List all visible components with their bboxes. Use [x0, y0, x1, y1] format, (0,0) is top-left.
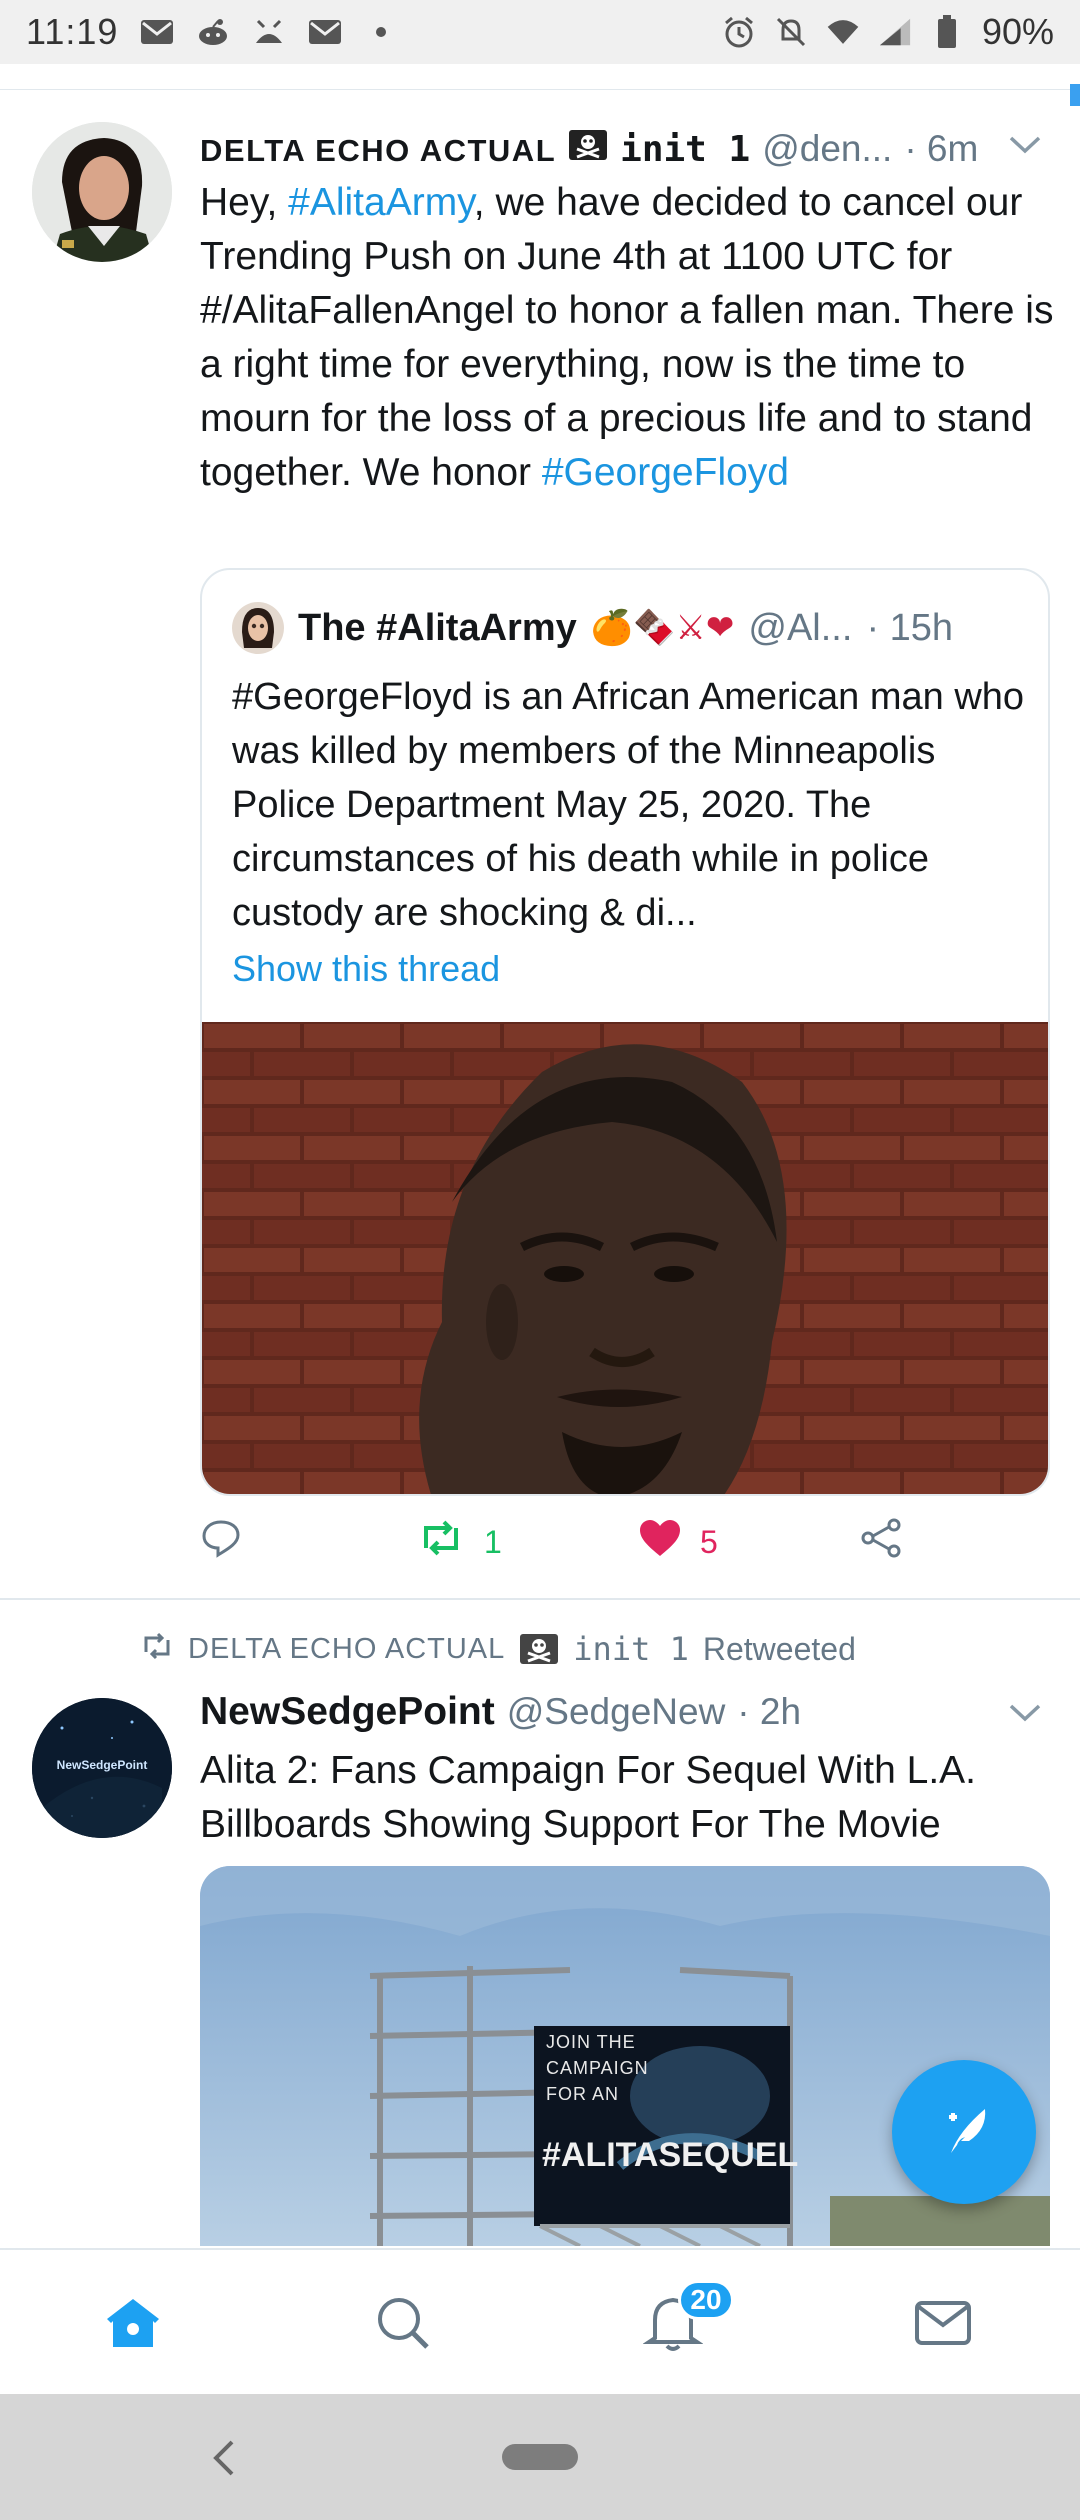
tweet-text: Hey, #AlitaArmy, we have decided to canc… [200, 176, 1060, 500]
chevron-down-icon[interactable] [1005, 1700, 1045, 1730]
alarm-icon [722, 16, 756, 48]
share-button[interactable] [860, 1518, 904, 1566]
back-icon[interactable] [206, 2436, 242, 2480]
heart-icon [638, 1518, 682, 1566]
home-pill[interactable] [502, 2444, 578, 2470]
billboard-line1: JOIN THE [546, 2032, 636, 2052]
tweet-text: Alita 2: Fans Campaign For Sequel With L… [200, 1749, 977, 1846]
quoted-photo[interactable] [202, 1022, 1048, 1494]
nav-home[interactable] [98, 2290, 168, 2360]
battery-percent: 90% [981, 11, 1054, 52]
messages-icon [913, 2299, 973, 2352]
retweeted-label: Retweeted [702, 1630, 856, 1667]
author-name[interactable]: NewSedgePoint [200, 1690, 495, 1734]
quoted-tweet[interactable]: The #AlitaArmy 🍊🍫⚔❤ @Al... · 15h #George… [200, 568, 1050, 1496]
quoted-author-emojis: 🍊🍫⚔❤ [590, 609, 735, 647]
nav-search[interactable] [368, 2290, 438, 2360]
retweet-icon [416, 1518, 466, 1566]
pirate-flag-icon [519, 1633, 559, 1665]
status-time: 11:19 [26, 11, 119, 52]
quoted-time[interactable]: · 15h [866, 607, 953, 650]
screen: 11:19 90% DELTA ECHO ACTUAL init 1 @den.… [0, 0, 1080, 2520]
quoted-author-name[interactable]: The #AlitaArmy [298, 607, 577, 650]
battery-icon [930, 15, 964, 48]
like-button[interactable]: 5 [638, 1518, 718, 1566]
compose-feather-icon [929, 2095, 999, 2170]
compose-tweet-button[interactable] [892, 2060, 1036, 2204]
system-navigation-bar [0, 2394, 1080, 2520]
show-thread-link[interactable]: Show this thread [232, 948, 500, 990]
retweeter-name[interactable]: DELTA ECHO ACTUAL [188, 1633, 505, 1666]
tweet-text-part: , we have decided to cancel our Trending… [200, 181, 1054, 494]
wifi-icon [826, 17, 860, 47]
author-name[interactable]: DELTA ECHO ACTUAL [200, 133, 556, 169]
share-icon [860, 1518, 904, 1566]
tweet[interactable]: DELTA ECHO ACTUAL init 1 @den... · 6m He… [0, 92, 1080, 1592]
mute-icon [774, 17, 808, 47]
status-bar: 11:19 90% [0, 0, 1080, 64]
quoted-tweet-header: The #AlitaArmy 🍊🍫⚔❤ @Al... · 15h [232, 602, 953, 654]
tweet-time[interactable]: · 6m [904, 128, 978, 170]
gmail-icon [140, 17, 174, 47]
quoted-handle[interactable]: @Al... [748, 607, 852, 650]
retweet-button[interactable]: 1 [416, 1518, 502, 1566]
avatar-text: NewSedgePoint [56, 1758, 148, 1772]
tweet-time[interactable]: · 2h [737, 1691, 801, 1733]
author-name-suffix: init 1 [620, 129, 751, 170]
author-handle[interactable]: @den... [762, 128, 892, 170]
nav-messages[interactable] [908, 2290, 978, 2360]
notifications-badge: 20 [678, 2280, 734, 2320]
tweet-header: NewSedgePoint @SedgeNew · 2h [200, 1690, 801, 1734]
billboard-hashtag: #ALITASEQUEL [542, 2136, 798, 2174]
gmail-icon-2 [308, 17, 342, 47]
tweet-header: DELTA ECHO ACTUAL init 1 @den... · 6m [200, 128, 978, 170]
alien-icon [252, 17, 286, 47]
avatar[interactable] [32, 122, 172, 262]
bottom-navigation: 20 [0, 2248, 1080, 2394]
timeline-top [0, 64, 1080, 90]
retweeter-suffix: init 1 [573, 1630, 689, 1668]
retweet-count: 1 [484, 1523, 502, 1560]
chevron-down-icon[interactable] [1005, 132, 1045, 162]
quoted-text: #GeorgeFloyd is an African American man … [232, 676, 1025, 934]
reply-button[interactable] [200, 1518, 260, 1566]
signal-icon [878, 17, 912, 47]
reply-icon [200, 1518, 242, 1566]
tweet-actions: 1 5 [200, 1518, 960, 1578]
reddit-icon [196, 17, 230, 47]
hashtag-link[interactable]: #GeorgeFloyd [542, 451, 789, 494]
tweet-text-part: Hey, [200, 181, 289, 224]
hashtag-link[interactable]: #AlitaArmy [288, 181, 474, 224]
pirate-flag-icon [568, 129, 608, 161]
dot-icon [364, 17, 398, 47]
like-count: 5 [700, 1523, 718, 1560]
billboard-line2: CAMPAIGN [546, 2058, 649, 2078]
search-icon [373, 2293, 433, 2358]
divider [0, 1598, 1080, 1600]
author-handle[interactable]: @SedgeNew [507, 1691, 726, 1733]
quoted-avatar[interactable] [232, 602, 284, 654]
billboard-line3: FOR AN [546, 2084, 619, 2104]
retweet-small-icon [140, 1631, 174, 1668]
retweeted-context: DELTA ECHO ACTUAL init 1 Retweeted [140, 1630, 856, 1668]
home-icon [103, 2295, 163, 2356]
